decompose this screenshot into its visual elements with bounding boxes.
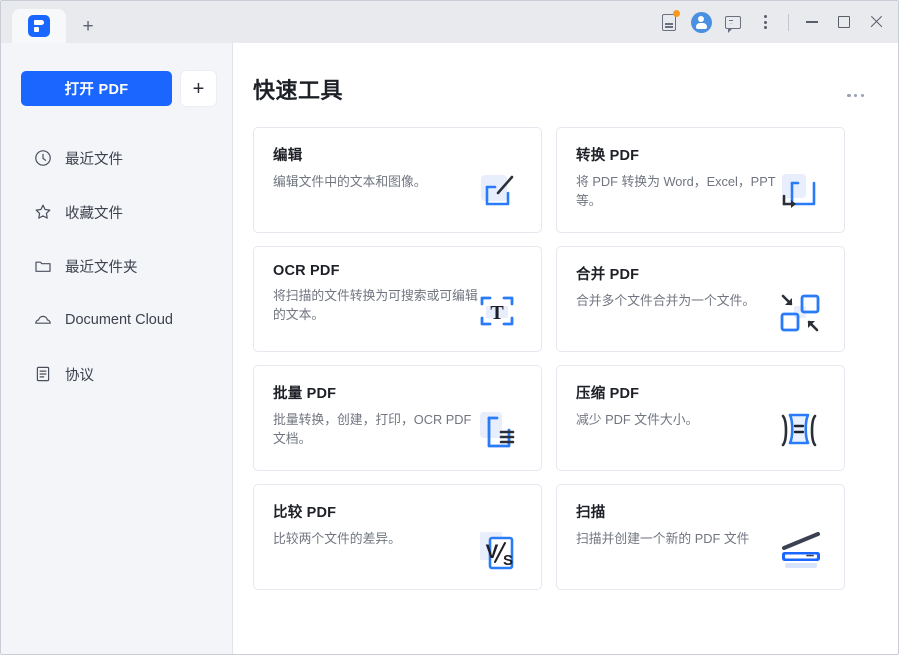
- minimize-button[interactable]: [796, 1, 828, 43]
- window-controls: [653, 1, 898, 43]
- tool-card-ocr-pdf[interactable]: OCR PDF 将扫描的文件转换为可搜索或可编辑的文本。 T: [253, 246, 542, 352]
- folder-icon: [33, 257, 52, 276]
- document-notification-button[interactable]: [653, 1, 685, 43]
- sidebar-item-label: 最近文件夹: [65, 256, 138, 277]
- app-window: +: [0, 0, 899, 655]
- tool-card-convert-pdf[interactable]: 转换 PDF 将 PDF 转换为 Word，Excel，PPT等。: [556, 127, 845, 233]
- minimize-icon: [806, 21, 818, 22]
- compare-vs-icon: V S: [471, 526, 525, 578]
- card-description: 批量转换，创建，打印，OCR PDF 文档。: [273, 410, 478, 448]
- tool-card-scan[interactable]: 扫描 扫描并创建一个新的 PDF 文件: [556, 484, 845, 590]
- sidebar-item-document-cloud[interactable]: Document Cloud: [1, 301, 232, 339]
- svg-text:T: T: [490, 302, 504, 324]
- card-title: 压缩 PDF: [576, 382, 828, 403]
- sidebar-item-label: 协议: [65, 364, 94, 385]
- sidebar-item-recent-files[interactable]: 最近文件: [1, 139, 232, 177]
- page-title: 快速工具: [253, 73, 343, 105]
- card-title: 合并 PDF: [576, 263, 828, 284]
- card-description: 将 PDF 转换为 Word，Excel，PPT等。: [576, 172, 781, 210]
- tab-home[interactable]: [12, 9, 66, 43]
- quick-tools-more-button[interactable]: [847, 94, 864, 97]
- clock-icon: [33, 149, 52, 168]
- card-title: OCR PDF: [273, 263, 525, 279]
- content-header: 快速工具: [234, 43, 898, 105]
- card-title: 扫描: [576, 501, 828, 522]
- tool-card-compare-pdf[interactable]: 比较 PDF 比较两个文件的差异。 V S: [253, 484, 542, 590]
- sidebar-item-label: 最近文件: [65, 148, 123, 169]
- close-button[interactable]: [860, 1, 892, 43]
- combine-squares-icon: [774, 288, 828, 340]
- ocr-text-icon: T: [471, 288, 525, 340]
- card-description: 编辑文件中的文本和图像。: [273, 172, 478, 191]
- sidebar-nav: 最近文件 收藏文件 最近文件夹: [1, 139, 232, 393]
- title-bar: +: [1, 1, 898, 43]
- sidebar-item-favorites[interactable]: 收藏文件: [1, 193, 232, 231]
- notification-badge-dot: [673, 10, 680, 17]
- create-new-button[interactable]: +: [181, 71, 216, 106]
- card-description: 扫描并创建一个新的 PDF 文件: [576, 529, 781, 548]
- feedback-bubble-icon: [725, 16, 741, 29]
- card-description: 将扫描的文件转换为可搜索或可编辑的文本。: [273, 286, 478, 324]
- tool-card-compress-pdf[interactable]: 压缩 PDF 减少 PDF 文件大小。: [556, 365, 845, 471]
- tool-card-combine-pdf[interactable]: 合并 PDF 合并多个文件合并为一个文件。: [556, 246, 845, 352]
- card-description: 合并多个文件合并为一个文件。: [576, 291, 781, 310]
- sidebar-item-agreement[interactable]: 协议: [1, 355, 232, 393]
- star-icon: [33, 203, 52, 222]
- card-title: 转换 PDF: [576, 144, 828, 165]
- card-description: 减少 PDF 文件大小。: [576, 410, 781, 429]
- tool-card-edit[interactable]: 编辑 编辑文件中的文本和图像。: [253, 127, 542, 233]
- agreement-document-icon: [33, 365, 52, 384]
- convert-arrow-icon: [774, 169, 828, 221]
- sidebar-actions: 打开 PDF +: [1, 43, 232, 106]
- app-menu-button[interactable]: [749, 1, 781, 43]
- user-avatar-icon: [691, 12, 712, 33]
- sidebar-item-label: 收藏文件: [65, 202, 123, 223]
- account-button[interactable]: [685, 1, 717, 43]
- batch-documents-icon: [471, 407, 525, 459]
- card-title: 批量 PDF: [273, 382, 525, 403]
- card-title: 比较 PDF: [273, 501, 525, 522]
- pdfelement-logo-icon: [28, 15, 50, 37]
- quick-tools-grid: 编辑 编辑文件中的文本和图像。 转换 PDF 将 PDF 转换为 Word，Ex…: [234, 105, 898, 590]
- tool-card-batch-pdf[interactable]: 批量 PDF 批量转换，创建，打印，OCR PDF 文档。: [253, 365, 542, 471]
- card-title: 编辑: [273, 144, 525, 165]
- compress-icon: [774, 407, 828, 459]
- maximize-button[interactable]: [828, 1, 860, 43]
- scanner-icon: [774, 526, 828, 578]
- sidebar: 打开 PDF + 最近文件 收藏文件: [1, 43, 233, 654]
- close-icon: [869, 15, 883, 29]
- maximize-icon: [838, 16, 850, 28]
- toolbar-divider: [788, 14, 789, 31]
- new-tab-button[interactable]: +: [66, 9, 110, 43]
- main-content: 快速工具 编辑 编辑文件中的文本和图像。 转换 PDF: [234, 43, 898, 654]
- sidebar-item-recent-folders[interactable]: 最近文件夹: [1, 247, 232, 285]
- svg-text:S: S: [503, 552, 513, 569]
- card-description: 比较两个文件的差异。: [273, 529, 478, 548]
- open-pdf-button[interactable]: 打开 PDF: [21, 71, 172, 106]
- tab-strip: +: [1, 1, 110, 43]
- more-kebab-icon: [764, 15, 767, 29]
- cloud-icon: [33, 311, 52, 330]
- feedback-button[interactable]: [717, 1, 749, 43]
- sidebar-item-label: Document Cloud: [65, 312, 173, 328]
- edit-pencil-icon: [471, 169, 525, 221]
